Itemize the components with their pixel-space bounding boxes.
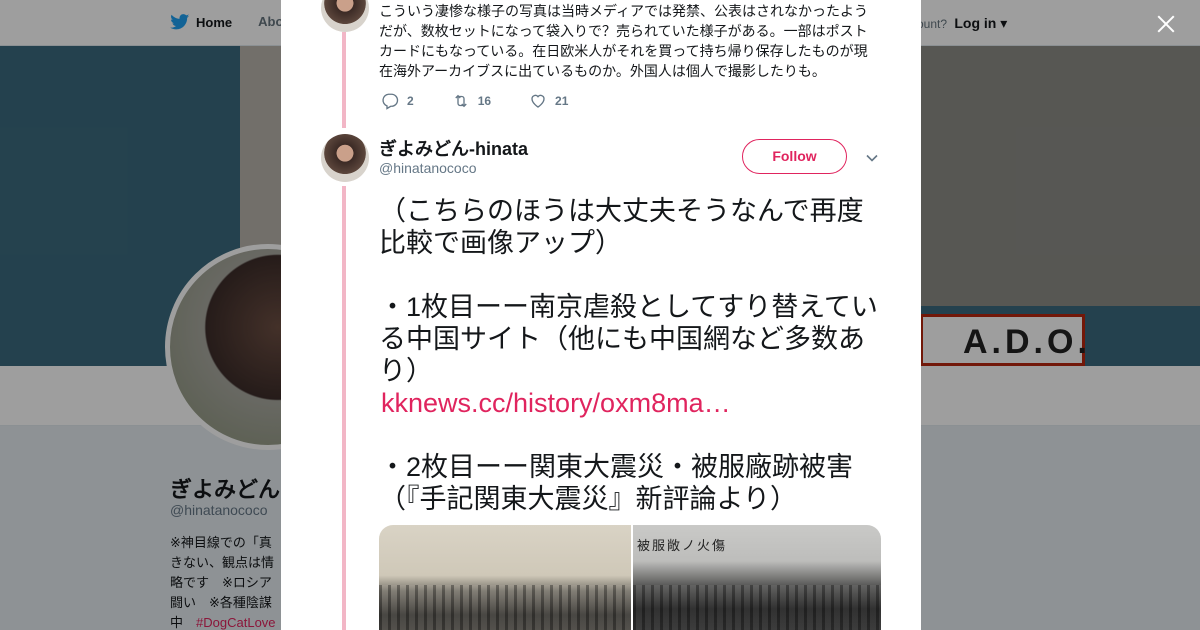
previous-tweet-actions: 2 16 21 (381, 92, 606, 110)
tweet-text-line: ・1枚目ーー南京虐殺としてすり替えている中国サイト（他にも中国網など多数あり） (379, 292, 878, 386)
retweet-count: 16 (477, 94, 492, 108)
reply-icon (382, 93, 399, 110)
previous-tweet-text: こういう凄惨な様子の写真は当時メディアでは発禁、公表はされなかったようだが、数枚… (379, 3, 869, 79)
photo-ruins (379, 585, 631, 630)
like-action[interactable]: 21 (529, 92, 568, 110)
follow-button[interactable]: Follow (742, 139, 847, 174)
tweet-text: （こちらのほうは大丈夫そうなんで再度比較で画像アップ） ・1枚目ーー南京虐殺とし… (379, 195, 884, 515)
photo-ruins (633, 585, 881, 630)
tweet-text-line: ・2枚目ーー関東大震災・被服廠跡被害（『手記関東大震災』新評論より） (379, 452, 854, 514)
chevron-down-icon[interactable] (866, 152, 878, 164)
reply-action[interactable]: 2 (381, 92, 414, 110)
close-modal-button[interactable] (1152, 10, 1180, 38)
retweet-icon (454, 94, 467, 108)
reply-count: 2 (407, 94, 414, 108)
previous-tweet-avatar[interactable] (321, 0, 369, 32)
tweet-link[interactable]: kknews.cc/history/oxm8ma… (379, 387, 884, 419)
thread-connector (342, 186, 346, 630)
tweet-text-line: （こちらのほうは大丈夫そうなんで再度比較で画像アップ） (379, 196, 864, 258)
tweet-author-handle[interactable]: @hinatanococo (379, 160, 477, 176)
thread-connector (342, 32, 346, 128)
tweet-photo-2[interactable]: 被服敞ノ火傷 (633, 525, 881, 630)
retweet-action[interactable]: 16 (452, 92, 491, 110)
tweet-modal: こういう凄惨な様子の写真は当時メディアでは発禁、公表はされなかったようだが、数枚… (281, 0, 921, 630)
tweet-photo-1[interactable] (379, 525, 631, 630)
heart-icon (531, 94, 545, 108)
tweet-media: 被服敞ノ火傷 (379, 525, 881, 630)
like-count: 21 (555, 94, 569, 108)
photo-caption: 被服敞ノ火傷 (637, 538, 728, 553)
tweet-author-name[interactable]: ぎよみどん-hinata (379, 135, 528, 161)
tweet-author-avatar[interactable] (321, 134, 369, 182)
